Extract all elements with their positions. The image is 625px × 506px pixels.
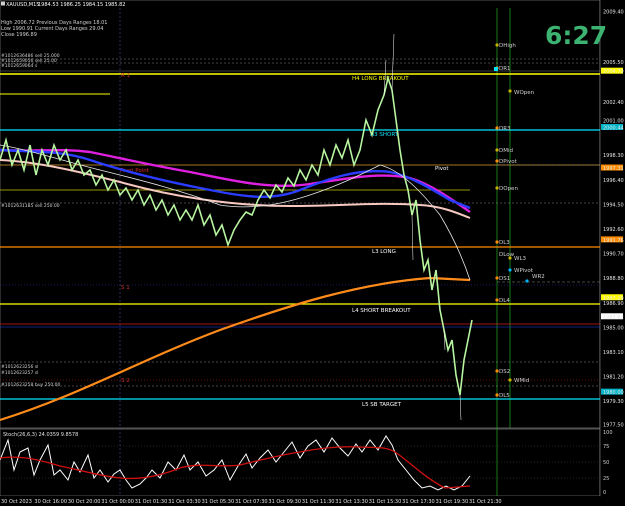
symbol-title: XAUUSD,M15 bbox=[6, 2, 39, 8]
marker-ds2: DS2 bbox=[499, 369, 510, 375]
stats-line: Close 1996.89 bbox=[1, 32, 37, 38]
marker-wopen: WOpen bbox=[514, 90, 535, 96]
stoch-level-label: 25 bbox=[603, 476, 609, 482]
price-label: 1985.82 bbox=[603, 315, 624, 321]
marker-dlow: DLow bbox=[499, 252, 515, 258]
time-label: 30 Oct 2023 bbox=[1, 499, 32, 505]
chart-window[interactable]: H4 LONG BREAKOUT H3 SHORT Pivot Point Pi… bbox=[0, 0, 625, 506]
price-label: 2004.79 bbox=[603, 69, 624, 75]
time-label: 31 Oct 05:30 bbox=[202, 499, 235, 505]
pivot-label: Pivot bbox=[435, 166, 449, 172]
price-label: 2002.40 bbox=[603, 100, 624, 106]
stoch-level-label: 100 bbox=[603, 430, 613, 436]
price-label: 1979.30 bbox=[603, 399, 624, 405]
candle-timer: 6:27 bbox=[545, 21, 607, 50]
price-label: 1998.30 bbox=[603, 153, 624, 159]
stoch-level-label: 50 bbox=[603, 460, 609, 466]
order-label: #1012623258 buy 250.00 bbox=[1, 382, 61, 388]
marker-wl3: WL3 bbox=[514, 256, 527, 262]
price-label: 1988.80 bbox=[603, 276, 624, 282]
ohlc-values: 1984.53 1986.25 1984.15 1985.82 bbox=[38, 2, 125, 8]
marker-dopen: DOpen bbox=[499, 186, 518, 192]
price-label: 1981.20 bbox=[603, 375, 624, 381]
h4-level-label: H4 LONG BREAKOUT bbox=[352, 76, 409, 82]
time-label: 31 Oct 01:30 bbox=[135, 499, 168, 505]
order-label: #1012623257 sl bbox=[1, 370, 38, 376]
indicator-label: Stoch(26,6,3) 24.0359 9.8578 bbox=[3, 432, 78, 438]
h3-level-label: H3 SHORT bbox=[370, 132, 399, 138]
time-label: 31 Oct 15:30 bbox=[369, 499, 402, 505]
marker-ds1: DS1 bbox=[499, 276, 510, 282]
order-label: #1012631185 sell 250.00 bbox=[1, 203, 60, 209]
marker-dr3: DR3 bbox=[499, 126, 511, 132]
time-label: 30 Oct 16:00 bbox=[34, 499, 67, 505]
price-label: 1996.40 bbox=[603, 178, 624, 184]
marker-dl4: DL4 bbox=[499, 298, 510, 304]
marker-dl5: DL5 bbox=[499, 393, 510, 399]
price-label: 2000.44 bbox=[603, 126, 624, 132]
price-label: 2001.00 bbox=[603, 118, 624, 124]
marker-wmid: WMid bbox=[514, 378, 529, 384]
marker-dpivot: DPivot bbox=[499, 159, 518, 165]
s1-level-label: S 1 bbox=[121, 285, 130, 291]
time-label: 31 Oct 07:30 bbox=[235, 499, 268, 505]
marker-dr1: DR1 bbox=[499, 66, 511, 72]
marker-dhigh: DHigh bbox=[499, 43, 516, 49]
time-label: 31 Oct 11:30 bbox=[302, 499, 335, 505]
time-label: 31 Oct 03:30 bbox=[168, 499, 201, 505]
time-label: 31 Oct 19:30 bbox=[436, 499, 469, 505]
price-label: 2009.40 bbox=[603, 10, 624, 16]
symbol-flag-icon bbox=[1, 1, 5, 6]
stoch-level-label: 75 bbox=[603, 444, 609, 450]
time-label: 31 Oct 17:30 bbox=[402, 499, 435, 505]
price-label: 1992.60 bbox=[603, 227, 624, 233]
price-label: 1997.31 bbox=[603, 166, 624, 172]
price-label: 1994.50 bbox=[603, 202, 624, 208]
l4-level-label: L4 SHORT BREAKOUT bbox=[352, 308, 411, 314]
l3-level-label: L3 LONG bbox=[372, 249, 396, 255]
marker-wr2: WR2 bbox=[532, 274, 545, 280]
stoch-level-label: 0 bbox=[603, 490, 606, 496]
order-label: #1012623256 sl bbox=[1, 364, 38, 370]
time-label: 31 Oct 09:30 bbox=[268, 499, 301, 505]
time-label: 31 Oct 00:00 bbox=[101, 499, 134, 505]
price-label: 1977.50 bbox=[603, 423, 624, 429]
price-label: 1980.00 bbox=[603, 390, 624, 396]
price-label: 1986.90 bbox=[603, 301, 624, 307]
price-label: 2005.50 bbox=[603, 60, 624, 66]
time-label: 31 Oct 21:30 bbox=[469, 499, 502, 505]
s2-level-label: S 2 bbox=[121, 378, 130, 384]
time-label: 30 Oct 20:00 bbox=[68, 499, 101, 505]
price-label: 1990.70 bbox=[603, 252, 624, 258]
marker-dl3: DL3 bbox=[499, 240, 510, 246]
marker-wpivot: WPivot bbox=[514, 268, 534, 274]
order-label: #1012659064 s bbox=[1, 63, 38, 69]
r1-level-label: R 1 bbox=[121, 73, 130, 79]
price-label: 1983.10 bbox=[603, 350, 624, 356]
time-label: 31 Oct 13:30 bbox=[335, 499, 368, 505]
price-label: 1991.76 bbox=[603, 238, 624, 244]
marker-dmid: DMid bbox=[499, 148, 513, 154]
l5-level-label: L5 SB TARGET bbox=[362, 402, 402, 408]
price-label: 1985.00 bbox=[603, 325, 624, 331]
